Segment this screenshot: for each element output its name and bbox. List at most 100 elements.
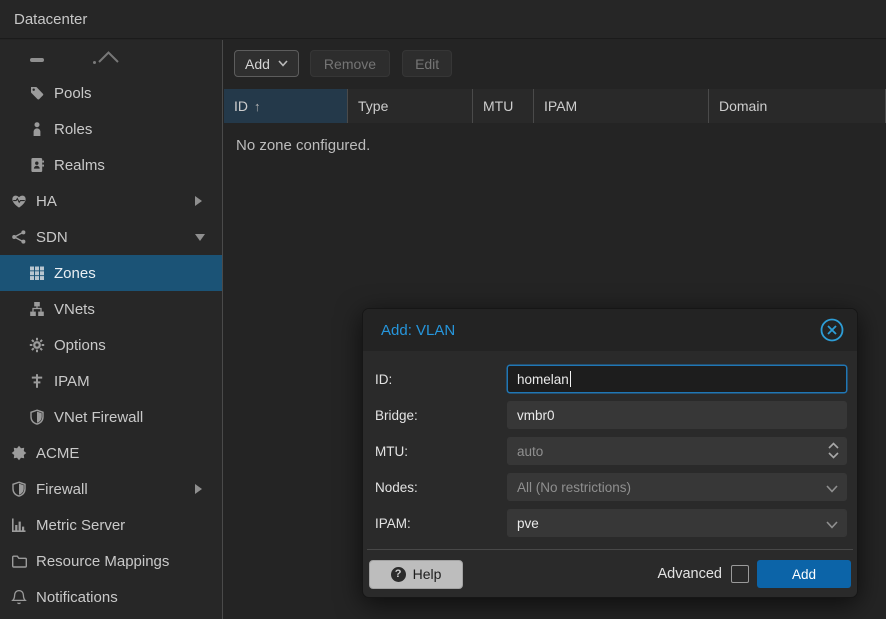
spinner-arrows[interactable]	[828, 442, 839, 459]
address-book-icon	[29, 157, 45, 173]
remove-button[interactable]: Remove	[310, 50, 390, 77]
sidebar-item-label: VNet Firewall	[54, 409, 143, 426]
dialog-body: ID: homelan Bridge: vmbr0 MTU: auto	[363, 351, 857, 549]
ipam-icon	[29, 373, 45, 389]
zones-toolbar: Add Remove Edit	[224, 40, 886, 77]
sidebar-item-acme[interactable]: ACME	[0, 435, 222, 471]
add-button[interactable]: Add	[234, 50, 299, 77]
partial-icon-fragment	[30, 58, 44, 62]
sidebar-item-label: IPAM	[54, 373, 90, 390]
sidebar-item-zones[interactable]: Zones	[0, 255, 222, 291]
sidebar-item-notifications[interactable]: Notifications	[0, 579, 222, 615]
dialog-title: Add: VLAN	[381, 322, 819, 339]
sidebar-item-label: Metric Server	[36, 517, 125, 534]
sidebar-item-roles[interactable]: Roles	[0, 111, 222, 147]
chevron-down-icon	[826, 521, 838, 529]
column-header-id[interactable]: ID ↑	[224, 89, 348, 123]
dialog-add-button[interactable]: Add	[757, 560, 851, 588]
collapse-down-icon[interactable]	[195, 234, 205, 241]
nodes-label: Nodes:	[375, 480, 507, 495]
shield-icon	[29, 409, 45, 425]
bell-icon	[11, 589, 27, 605]
form-row-id: ID: homelan	[375, 365, 847, 393]
form-row-mtu: MTU: auto	[375, 437, 847, 465]
sidebar-item-label: Firewall	[36, 481, 88, 498]
question-circle-icon: ?	[391, 567, 406, 582]
bridge-label: Bridge:	[375, 408, 507, 423]
sidebar-item-vnet-firewall[interactable]: VNet Firewall	[0, 399, 222, 435]
dialog-footer: ? Help Advanced Add	[363, 550, 857, 598]
sidebar-item-realms[interactable]: Realms	[0, 147, 222, 183]
tag-icon	[29, 85, 45, 101]
sidebar-item-label: Options	[54, 337, 106, 354]
column-header-ipam[interactable]: IPAM	[534, 89, 709, 123]
close-icon[interactable]	[819, 317, 845, 343]
sort-asc-icon: ↑	[254, 99, 261, 114]
sidebar-item-metric-server[interactable]: Metric Server	[0, 507, 222, 543]
gear-icon	[29, 337, 45, 353]
ipam-select[interactable]: pve	[507, 509, 847, 537]
partial-text-fragment	[93, 61, 96, 64]
add-vlan-dialog: Add: VLAN ID: homelan Bridge: vmbr0 MTU:	[362, 308, 858, 598]
sidebar-item-label: VNets	[54, 301, 95, 318]
sidebar-item-label: Roles	[54, 121, 92, 138]
edit-button[interactable]: Edit	[402, 50, 452, 77]
dropdown-chevron-icon	[278, 60, 288, 67]
sidebar-item-label: Resource Mappings	[36, 553, 169, 570]
chevron-up-icon	[97, 50, 120, 63]
user-icon	[29, 121, 45, 137]
heartbeat-icon	[11, 193, 27, 209]
sidebar-item-resource-mappings[interactable]: Resource Mappings	[0, 543, 222, 579]
shield-icon	[11, 481, 27, 497]
help-button[interactable]: ? Help	[369, 560, 463, 589]
column-header-type[interactable]: Type	[348, 89, 473, 123]
sidebar-item-label: HA	[36, 193, 57, 210]
sidebar-item-label: SDN	[36, 229, 68, 246]
grid-icon	[29, 265, 45, 281]
app-root: Datacenter Pools Roles Realms HA SDN	[0, 0, 886, 619]
form-row-nodes: Nodes: All (No restrictions)	[375, 473, 847, 501]
id-label: ID:	[375, 372, 507, 387]
sidebar-item-pools[interactable]: Pools	[0, 75, 222, 111]
sidebar-item-sdn[interactable]: SDN	[0, 219, 222, 255]
expand-right-icon[interactable]	[195, 196, 202, 206]
sidebar-item-label: Notifications	[36, 589, 118, 606]
mtu-spinner[interactable]: auto	[507, 437, 847, 465]
sidebar-item-label: Pools	[54, 85, 92, 102]
sidebar-item-vnets[interactable]: VNets	[0, 291, 222, 327]
sidebar-item-ipam[interactable]: IPAM	[0, 363, 222, 399]
sidebar-item-partial[interactable]	[0, 40, 222, 75]
chevron-down-icon	[826, 485, 838, 493]
bar-chart-icon	[11, 517, 27, 533]
sitemap-icon	[29, 301, 45, 317]
sidebar-item-label: Zones	[54, 265, 96, 282]
empty-table-message: No zone configured.	[236, 137, 886, 154]
table-header: ID ↑ Type MTU IPAM Domain	[224, 89, 886, 123]
sidebar-item-ha[interactable]: HA	[0, 183, 222, 219]
column-header-domain[interactable]: Domain	[709, 89, 886, 123]
dialog-header[interactable]: Add: VLAN	[363, 309, 857, 351]
id-input[interactable]: homelan	[507, 365, 847, 393]
sidebar-item-label: ACME	[36, 445, 79, 462]
form-row-bridge: Bridge: vmbr0	[375, 401, 847, 429]
spin-down-icon[interactable]	[828, 452, 839, 459]
folder-icon	[11, 553, 27, 569]
mtu-label: MTU:	[375, 444, 507, 459]
ipam-label: IPAM:	[375, 516, 507, 531]
nodes-select[interactable]: All (No restrictions)	[507, 473, 847, 501]
top-header: Datacenter	[0, 0, 886, 39]
form-row-ipam: IPAM: pve	[375, 509, 847, 537]
bridge-input[interactable]: vmbr0	[507, 401, 847, 429]
sidebar-item-firewall[interactable]: Firewall	[0, 471, 222, 507]
page-title: Datacenter	[14, 11, 87, 28]
column-header-mtu[interactable]: MTU	[473, 89, 534, 123]
sidebar-item-options[interactable]: Options	[0, 327, 222, 363]
network-icon	[11, 229, 27, 245]
sidebar: Pools Roles Realms HA SDN Zones VNets	[0, 40, 223, 619]
certificate-seal-icon	[11, 445, 27, 461]
expand-right-icon[interactable]	[195, 484, 202, 494]
sidebar-item-label: Realms	[54, 157, 105, 174]
advanced-label: Advanced	[658, 566, 723, 582]
spin-up-icon[interactable]	[828, 442, 839, 449]
advanced-checkbox[interactable]	[731, 565, 749, 583]
